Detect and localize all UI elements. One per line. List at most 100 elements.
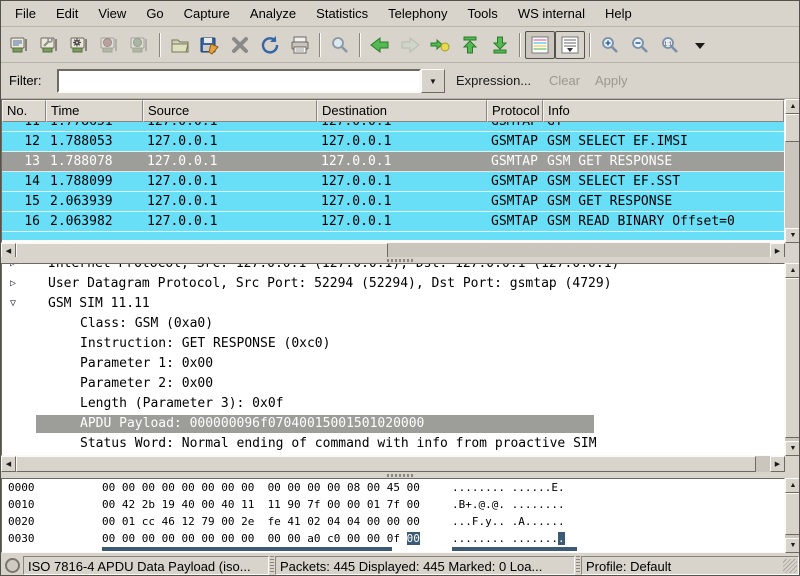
scroll-up-icon[interactable]: ▲ — [785, 263, 800, 278]
scroll-up-icon[interactable]: ▲ — [785, 99, 800, 114]
filter-label: Filter: — [9, 73, 42, 88]
expert-info-icon[interactable] — [5, 558, 20, 573]
table-row[interactable]: 141.788099127.0.0.1127.0.0.1GSMTAPGSM SE… — [2, 172, 784, 192]
apply-button[interactable]: Apply — [595, 73, 628, 88]
detail-line[interactable]: Parameter 2: 0x00 — [2, 374, 784, 394]
scroll-down-icon[interactable]: ▼ — [785, 228, 800, 243]
detail-line[interactable]: ▽GSM SIM 11.11 — [2, 294, 784, 314]
capture-interfaces-button[interactable] — [5, 31, 35, 59]
details-hscrollbar[interactable]: ◀ ▶ — [1, 456, 785, 472]
menu-bar: File Edit View Go Capture Analyze Statis… — [1, 1, 799, 27]
menu-statistics[interactable]: Statistics — [306, 2, 378, 26]
menu-capture[interactable]: Capture — [174, 2, 240, 26]
go-to-packet-button[interactable] — [425, 31, 455, 59]
expression-button[interactable]: Expression... — [456, 73, 531, 88]
hex-row[interactable]: 002000 01 cc 46 12 79 00 2e fe 41 02 04 … — [2, 513, 784, 530]
detail-line[interactable]: Length (Parameter 3): 0x0f — [2, 394, 784, 414]
toolbar-separator — [319, 33, 321, 57]
hex-row[interactable]: 003000 00 00 00 00 00 00 00 00 00 a0 c0 … — [2, 530, 784, 547]
column-header-no[interactable]: No. — [2, 100, 46, 122]
scroll-left-icon[interactable]: ◀ — [1, 456, 16, 472]
detail-line[interactable]: Status Word: Normal ending of command wi… — [2, 434, 784, 454]
scroll-right-icon[interactable]: ▶ — [770, 456, 785, 472]
filter-entry: ▼ — [57, 69, 445, 93]
detail-line-selected[interactable]: APDU Payload: 000000096f0704001500150102… — [2, 414, 784, 434]
table-row[interactable]: 152.063939127.0.0.1127.0.0.1GSMTAPGSM GE… — [2, 192, 784, 212]
menu-telephony[interactable]: Telephony — [378, 2, 457, 26]
reload-button[interactable] — [255, 31, 285, 59]
scroll-down-icon[interactable]: ▼ — [785, 441, 800, 456]
menu-edit[interactable]: Edit — [46, 2, 88, 26]
expander-collapsed-icon[interactable]: ▷ — [10, 263, 16, 274]
capture-start-button[interactable] — [65, 31, 95, 59]
scrollbar-thumb[interactable] — [16, 456, 756, 472]
detail-line[interactable]: Instruction: GET RESPONSE (0xc0) — [2, 334, 784, 354]
status-profile[interactable]: Profile: Default — [581, 556, 799, 575]
overflow-button[interactable] — [685, 31, 715, 59]
filter-dropdown-button[interactable]: ▼ — [421, 69, 445, 93]
menu-analyze[interactable]: Analyze — [240, 2, 306, 26]
table-row[interactable]: 121.788053127.0.0.1127.0.0.1GSMTAPGSM SE… — [2, 132, 784, 152]
menu-tools[interactable]: Tools — [457, 2, 507, 26]
auto-scroll-button[interactable] — [555, 31, 585, 59]
menu-go[interactable]: Go — [136, 2, 173, 26]
file-save-button[interactable] — [195, 31, 225, 59]
file-close-button[interactable] — [225, 31, 255, 59]
scrollbar-thumb[interactable] — [785, 278, 800, 438]
statusbar-grip-icon[interactable] — [270, 556, 274, 574]
menu-ws-internal[interactable]: WS internal — [508, 2, 595, 26]
clear-button[interactable]: Clear — [549, 73, 580, 88]
menu-view[interactable]: View — [88, 2, 136, 26]
column-header-destination[interactable]: Destination — [317, 100, 487, 122]
capture-options-button[interactable] — [35, 31, 65, 59]
expander-collapsed-icon[interactable]: ▷ — [10, 274, 16, 294]
column-header-protocol[interactable]: Protocol — [487, 100, 543, 122]
details-vscrollbar[interactable]: ▲ ▼ — [785, 263, 800, 456]
go-top-button[interactable] — [455, 31, 485, 59]
colorize-button[interactable] — [525, 31, 555, 59]
scrollbar-thumb[interactable] — [785, 114, 800, 142]
zoom-100-button[interactable]: 1:1 — [655, 31, 685, 59]
go-bottom-button[interactable] — [485, 31, 515, 59]
expander-expanded-icon[interactable]: ▽ — [10, 294, 16, 314]
detail-line[interactable]: ▷Internet Protocol, Src: 127.0.0.1 (127.… — [2, 263, 784, 274]
scroll-down-icon[interactable]: ▼ — [785, 538, 800, 553]
zoom-out-button[interactable] — [625, 31, 655, 59]
chevron-down-icon: ▼ — [429, 77, 437, 86]
table-row-selected[interactable]: 131.788078127.0.0.1127.0.0.1GSMTAPGSM GE… — [2, 152, 784, 172]
column-header-time[interactable]: Time — [46, 100, 143, 122]
detail-line[interactable]: Parameter 1: 0x00 — [2, 354, 784, 374]
table-row[interactable]: 162.063982127.0.0.1127.0.0.1GSMTAPGSM RE… — [2, 212, 784, 232]
hex-vscrollbar[interactable]: ▲ ▼ — [785, 478, 800, 553]
table-row[interactable]: 111.778651127.0.0.1127.0.0.1GSMTAPGT — [2, 122, 784, 132]
resize-grip-icon[interactable] — [783, 559, 797, 573]
capture-restart-button[interactable] — [125, 31, 155, 59]
splitter-grip-icon — [387, 474, 413, 477]
column-header-info[interactable]: Info — [543, 100, 784, 122]
filter-input[interactable] — [57, 69, 421, 93]
go-forward-button[interactable] — [395, 31, 425, 59]
toolbar-separator — [359, 33, 361, 57]
status-field-info: ISO 7816-4 APDU Data Payload (iso... — [23, 556, 269, 575]
toolbar-separator — [159, 33, 161, 57]
go-back-button[interactable] — [365, 31, 395, 59]
packet-list-vscrollbar[interactable]: ▲ ▼ — [785, 99, 800, 243]
scroll-up-icon[interactable]: ▲ — [785, 478, 800, 493]
hex-row[interactable]: 001000 42 2b 19 40 00 40 11 11 90 7f 00 … — [2, 496, 784, 513]
hex-selection-strip — [102, 547, 392, 551]
capture-stop-button[interactable] — [95, 31, 125, 59]
statusbar-grip-icon[interactable] — [576, 556, 580, 574]
file-open-button[interactable] — [165, 31, 195, 59]
find-button[interactable] — [325, 31, 355, 59]
svg-text:1:1: 1:1 — [664, 41, 672, 47]
print-button[interactable] — [285, 31, 315, 59]
zoom-in-button[interactable] — [595, 31, 625, 59]
table-row-clipped[interactable] — [2, 232, 784, 240]
detail-line[interactable]: Class: GSM (0xa0) — [2, 314, 784, 334]
column-header-source[interactable]: Source — [143, 100, 317, 122]
scrollbar-thumb[interactable] — [785, 493, 800, 535]
menu-help[interactable]: Help — [595, 2, 642, 26]
hex-row[interactable]: 000000 00 00 00 00 00 00 00 00 00 00 00 … — [2, 479, 784, 496]
menu-file[interactable]: File — [5, 2, 46, 26]
detail-line[interactable]: ▷User Datagram Protocol, Src Port: 52294… — [2, 274, 784, 294]
